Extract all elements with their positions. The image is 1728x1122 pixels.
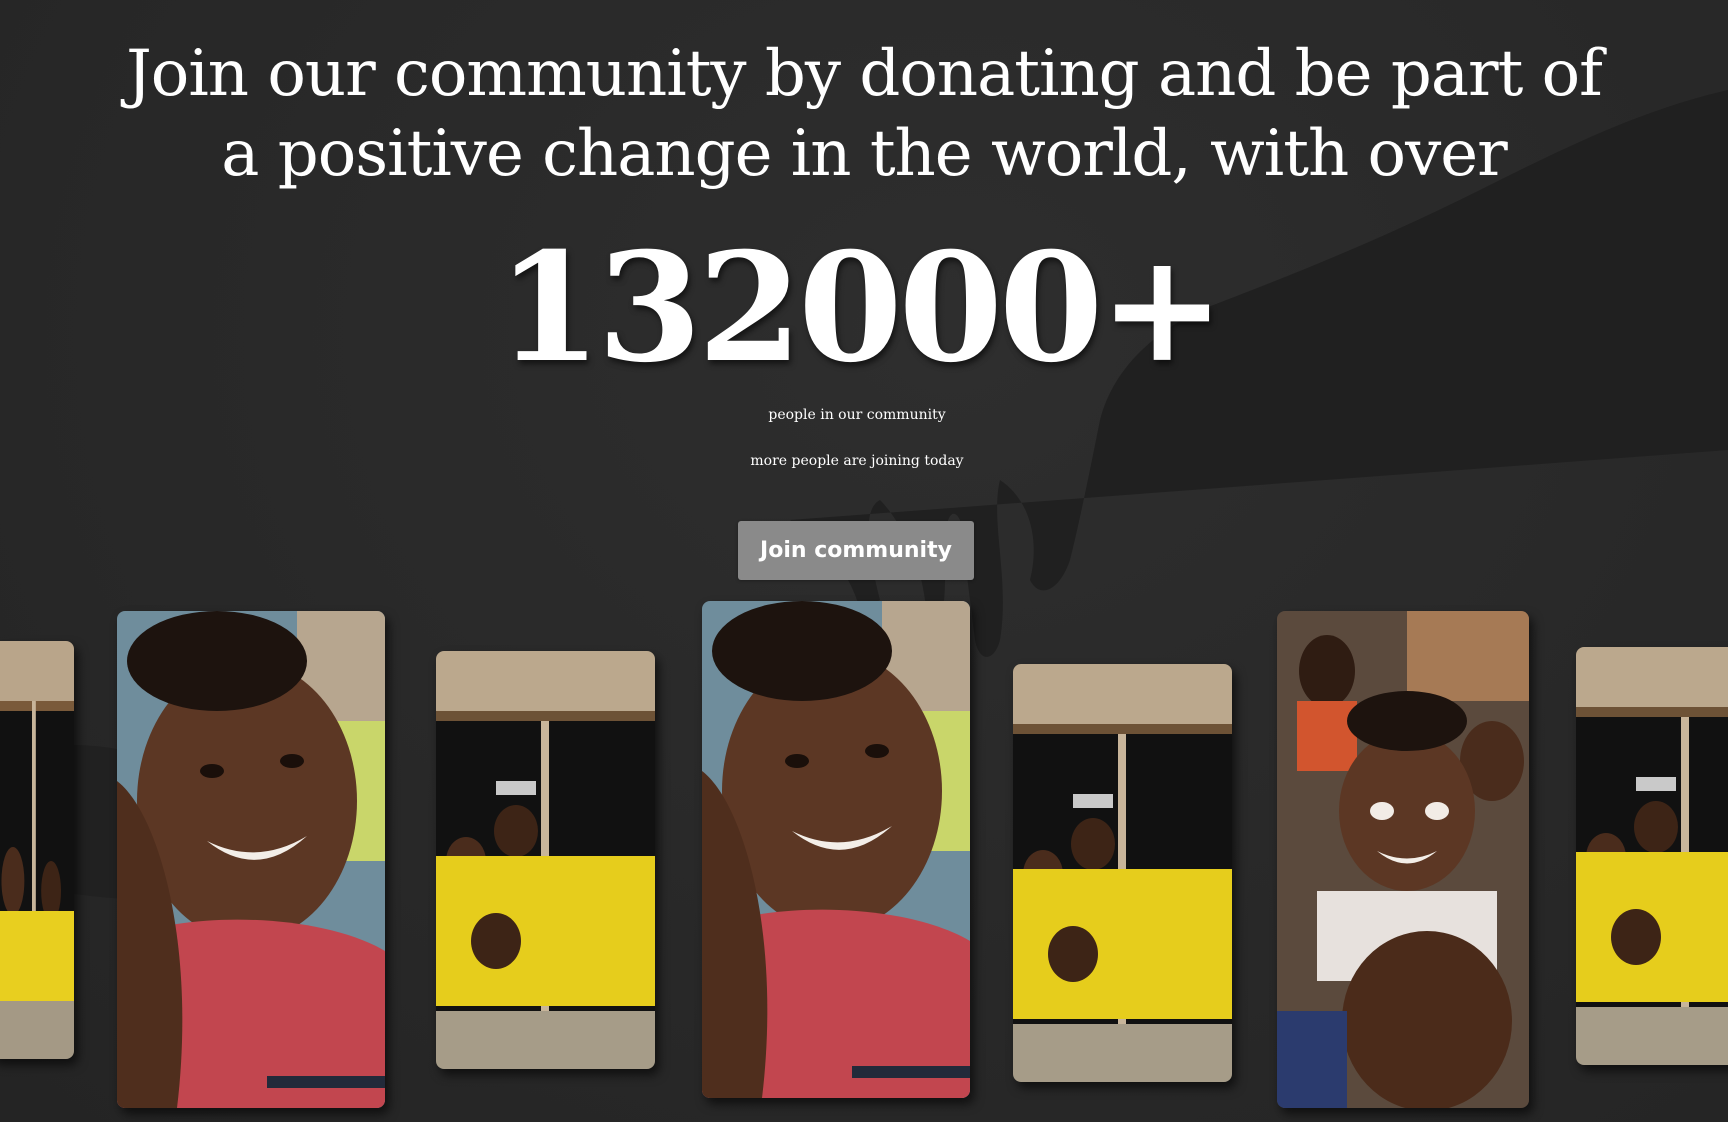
joining-caption: more people are joining today xyxy=(750,453,964,469)
gallery-card-window-partial-left xyxy=(0,641,74,1059)
gallery-card-group xyxy=(1277,611,1529,1108)
group-of-smiling-children-photo xyxy=(1277,611,1529,1108)
children-at-window-photo xyxy=(0,641,74,1059)
join-community-button[interactable]: Join community xyxy=(738,521,974,580)
hero-headline-line1: Join our community by donating and be pa… xyxy=(126,37,1603,111)
community-counter: 132000+ xyxy=(497,220,1225,396)
gallery-card-boy-1 xyxy=(117,611,385,1108)
counter-caption: people in our community xyxy=(768,407,946,423)
gallery-card-window-partial-right xyxy=(1576,647,1728,1065)
gallery-card-boy-2 xyxy=(702,601,970,1098)
smiling-boy-red-shirt-photo xyxy=(702,601,970,1098)
smiling-boy-red-shirt-photo xyxy=(117,611,385,1108)
hero-headline: Join our community by donating and be pa… xyxy=(0,34,1728,194)
children-at-window-photo xyxy=(1576,647,1728,1065)
hero-headline-line2: a positive change in the world, with ove… xyxy=(221,117,1507,191)
community-page: Join our community by donating and be pa… xyxy=(0,0,1728,1122)
gallery-card-window-2 xyxy=(1013,664,1232,1082)
gallery-card-window-1 xyxy=(436,651,655,1069)
children-at-window-photo xyxy=(436,651,655,1069)
children-at-window-photo xyxy=(1013,664,1232,1082)
